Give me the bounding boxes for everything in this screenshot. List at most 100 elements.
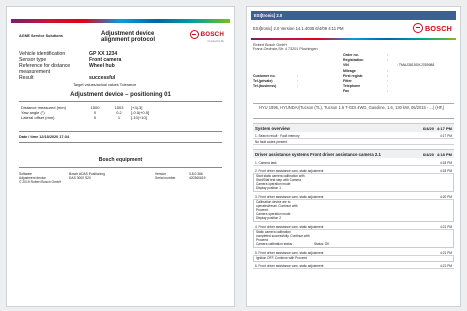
step-detail-line: Display position 2 (256, 216, 281, 221)
step-detail-line: Display position 1 (256, 186, 281, 191)
order-details: Order no.: Registration: VIN: TMAJ3815GK… (343, 53, 434, 95)
measure-tolerance: [-10|+10] (131, 115, 147, 120)
section-title: Driver assistance systems Front driver a… (255, 152, 381, 158)
vehicle-description: HYU 1996, HYUNDAI(Tucson (TL), Tucson 1.… (259, 105, 445, 110)
adjustment-section-title: Adjustment device – positioning 01 (70, 92, 171, 98)
calibration-step: 1. Camera task 4:18 PM (253, 160, 454, 166)
section-date: 6/4/20 (422, 126, 434, 132)
bosch-logo: BOSCH (189, 30, 224, 39)
step-line: No fault codes present (253, 139, 454, 145)
status-label: Camera calibration status (256, 242, 293, 247)
vin-value: : TMAJ3815GKJ765988 (397, 63, 435, 68)
bosch-armature-icon (189, 30, 199, 39)
vehicle-info: Vehicle identification GP XX 1234 Sensor… (19, 51, 219, 81)
step-line: 3. Front driver assistance cam. static a… (253, 194, 454, 200)
step-line: 5. Front driver assistance cam. static a… (253, 250, 454, 256)
measure-target: 0 (93, 115, 97, 120)
step-time: 4:18 PM (440, 160, 452, 165)
section-title: System overview (255, 126, 290, 132)
step-label: 6. Front driver assistance cam. static a… (255, 263, 324, 268)
step-label: 1. Search result · Fault memory (255, 133, 300, 138)
copyright-text: © 2019 Robert Bosch GmbH (19, 180, 62, 185)
calibration-step: 3. Front driver assistance cam. static a… (253, 194, 454, 222)
customer-key: Tel.(business) (253, 84, 277, 89)
screen: AGNE Service Solutions Adjustment device… (0, 0, 467, 311)
step-time: 4:17 PM (440, 133, 452, 138)
divider (19, 101, 222, 102)
step-time: 4:21 PM (440, 224, 452, 229)
version-line: ESI[tronic] 2.0 Version 14.1.4035 6/4/09… (253, 26, 344, 31)
divider (253, 103, 454, 104)
step-time: 4:18 PM (440, 168, 452, 173)
bosch-armature-icon (413, 23, 424, 33)
step-label: 1. Camera task (255, 160, 277, 165)
document-header: AGNE Service Solutions Adjustment device… (19, 30, 224, 45)
step-detail-line: Ignition OFF. Continue with Proceed (256, 256, 308, 261)
vehicle-row-value: successful (89, 75, 116, 82)
section-header-driver-assistance: Driver assistance systems Front driver a… (253, 149, 454, 158)
step-detail-line: Camera calibration status Status: OK (256, 242, 451, 246)
vehicle-row: Result successful (19, 75, 219, 81)
section-time: 4:17 PM (436, 126, 452, 132)
step-label: No fault codes present (255, 139, 287, 144)
brand-color-strip (11, 19, 230, 23)
document-title: Adjustment device alignment protocol (101, 31, 155, 44)
alignment-protocol-document: AGNE Service Solutions Adjustment device… (6, 6, 235, 307)
section-header-system-overview: System overview 6/4/20 4:17 PM (253, 123, 454, 132)
equipment-section-title: Bosch equipment (98, 157, 143, 163)
step-label: 3. Front driver assistance cam. static a… (255, 194, 324, 199)
order-row: Fax: (343, 89, 434, 94)
step-line: 4. Front driver assistance cam. static a… (253, 224, 454, 230)
esitronic-report-document: ESI[tronic] 2.0 ESI[tronic] 2.0 Version … (246, 6, 461, 307)
step-time: 4:21 PM (440, 250, 452, 255)
divider (253, 118, 454, 119)
colon: : (387, 89, 388, 94)
step-details: Calibration device are to operated/reset… (253, 200, 454, 222)
table-row: © 2019 Robert Bosch GmbH (19, 180, 214, 184)
step-label: 4. Front driver assistance cam. static a… (255, 224, 324, 229)
overview-steps: 1. Search result · Fault memory 4:17 PM N… (253, 133, 454, 145)
bosch-tagline: Invented for life (207, 40, 224, 43)
bosch-wordmark: BOSCH (425, 23, 452, 33)
divider (19, 142, 222, 143)
calibration-step: 4. Front driver assistance cam. static a… (253, 224, 454, 248)
step-time: 4:21 PM (440, 263, 452, 268)
address-line: Franz-Oechsle-Str. 4 73201 Plochingen (253, 47, 318, 52)
measure-label: Lateral offset (mm) (21, 115, 55, 120)
section-date: 6/4/20 (422, 152, 434, 158)
step-details: Start static camera calibration with Sta… (253, 174, 454, 192)
vehicle-row-key: Result (19, 75, 34, 82)
vehicle-row-key: Reference for distance measurement (19, 63, 71, 76)
app-title-bar: ESI[tronic] 2.0 (251, 11, 456, 20)
status-value: Status: OK (314, 242, 330, 247)
step-time: 4:20 PM (440, 194, 452, 199)
customer-value: : (297, 84, 298, 89)
measure-actual: 1 (117, 115, 121, 120)
measurement-table: Distance measured (mm) 1500 1503 [+3|-3]… (21, 105, 171, 120)
step-line: 6. Front driver assistance cam. static a… (253, 263, 454, 269)
vehicle-row: Reference for distance measurement Wheel… (19, 63, 219, 75)
divider (19, 167, 222, 168)
divider (19, 131, 222, 132)
calibration-step: 5. Front driver assistance cam. static a… (253, 250, 454, 262)
calibration-step: 2. Front driver assistance cam. static a… (253, 168, 454, 192)
order-value (397, 89, 434, 94)
protocol-date-time: Date / time 12/18/2020 17:34 (19, 135, 70, 139)
table-row: Lateral offset (mm) 0 1 [-10|+10] (21, 115, 171, 120)
calibration-step: 6. Front driver assistance cam. static a… (253, 263, 454, 269)
step-label: 2. Front driver assistance cam. static a… (255, 168, 324, 173)
bosch-wordmark: BOSCH (200, 31, 224, 38)
vehicle-row-value: Wheel hub (89, 63, 115, 70)
equipment-table: Software Bosch ADAS Positioning Version … (19, 172, 214, 184)
step-label: 5. Front driver assistance cam. static a… (255, 250, 324, 255)
dealer-address: Robert Bosch GmbH Franz-Oechsle-Str. 4 7… (253, 43, 318, 52)
company-name: AGNE Service Solutions (19, 34, 63, 38)
step-line: 2. Front driver assistance cam. static a… (253, 168, 454, 174)
step-line: 1. Camera task 4:18 PM (253, 160, 454, 166)
step-details: Ignition OFF. Continue with Proceed (253, 256, 454, 262)
step-details: Static camera calibration completed succ… (253, 230, 454, 248)
target-values-caption: Target values/actual values Tolerance (73, 83, 137, 87)
customer-details: Customer no.: Tel.(private): Tel.(busine… (253, 74, 298, 90)
order-key: Fax (343, 89, 350, 94)
section-time: 4:18 PM (436, 152, 452, 158)
